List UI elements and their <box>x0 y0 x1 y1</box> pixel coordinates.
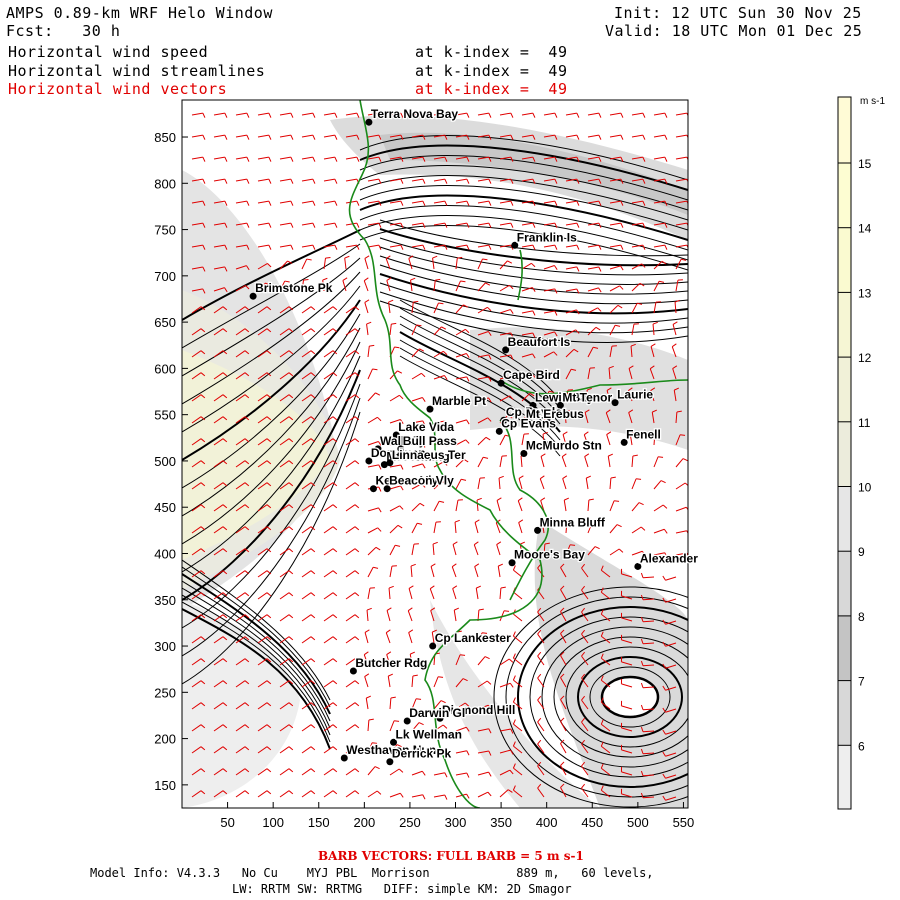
y-tick-label: 200 <box>154 732 176 747</box>
y-tick-label: 650 <box>154 315 176 330</box>
colorbar-label: 15 <box>858 157 872 171</box>
place-label: Brimstone Pk <box>255 281 333 295</box>
y-tick-label: 150 <box>154 778 176 793</box>
y-tick-label: 300 <box>154 639 176 654</box>
place-label: Lk Wellman <box>396 727 462 741</box>
place-label: Lake Vida <box>398 420 454 434</box>
wind-barb-flag <box>416 698 422 700</box>
place-label: Fenell <box>626 427 661 441</box>
vortex-centre <box>600 675 660 719</box>
colorbar-cell <box>838 486 851 552</box>
place-label: Linnaeus Ter <box>392 448 466 462</box>
x-tick-label: 250 <box>399 815 421 830</box>
colorbar-cell <box>838 551 851 616</box>
place-label: Moore's Bay <box>514 548 585 562</box>
wind-barb-flag <box>680 434 686 436</box>
y-tick-label: 700 <box>154 269 176 284</box>
colorbar-cell <box>838 745 851 809</box>
wind-barb-flag <box>658 456 664 458</box>
wind-barb-flag <box>570 544 576 546</box>
x-tick-label: 350 <box>490 815 512 830</box>
y-tick-label: 350 <box>154 593 176 608</box>
colorbar-label: 8 <box>858 610 865 624</box>
wind-barb-flag <box>391 322 397 325</box>
wind-barb-flag <box>438 676 444 678</box>
colorbar-cell <box>838 357 851 422</box>
colorbar-cell <box>838 680 851 746</box>
place-label: Alexander <box>640 551 698 565</box>
place-label: Cp Evans <box>501 416 556 430</box>
y-tick-label: 850 <box>154 130 176 145</box>
x-tick-label: 450 <box>581 815 603 830</box>
place-label: Derrick Pk <box>392 747 452 761</box>
wind-map: 50 100 150 200 250 300 350 400 450 500 550 850 800 7… <box>154 96 885 830</box>
y-tick-label: 800 <box>154 176 176 191</box>
place-label: Franklin Is <box>517 230 577 244</box>
x-tick-label: 400 <box>536 815 558 830</box>
x-tick-label: 150 <box>308 815 330 830</box>
x-tick-label: 300 <box>445 815 467 830</box>
wind-barb-flag <box>636 478 642 480</box>
colorbar-label: 11 <box>858 416 871 430</box>
wind-barb-flag <box>435 278 441 281</box>
y-tick-label: 600 <box>154 361 176 376</box>
colorbar-label: 12 <box>858 351 872 365</box>
place-label: Laurie <box>617 388 653 402</box>
x-tick-label: 200 <box>353 815 375 830</box>
wind-barb-flag <box>369 344 375 347</box>
colorbar-label: 13 <box>858 286 872 300</box>
y-tick-label: 750 <box>154 223 176 238</box>
place-label: Cape Bird <box>503 368 560 382</box>
y-tick-label: 400 <box>154 546 176 561</box>
y-tick-label: 250 <box>154 685 176 700</box>
colorbar-label: 9 <box>858 545 865 559</box>
place-label: McMurdo Stn <box>526 439 602 453</box>
colorbar-cell <box>838 97 851 163</box>
wind-barb-flag <box>460 654 466 656</box>
colorbar-cell <box>838 163 851 228</box>
colorbar-cell <box>838 421 851 487</box>
place-label: Beaufort Is <box>508 335 571 349</box>
x-tick-label: 100 <box>262 815 284 830</box>
wind-barb-flag <box>614 500 620 502</box>
y-tick-label: 500 <box>154 454 176 469</box>
place-label: Marble Pt <box>432 394 486 408</box>
colorbar-unit: m s-1 <box>860 96 885 107</box>
wind-barb-flag <box>303 278 309 281</box>
x-tick-label: 550 <box>673 815 695 830</box>
x-tick-label: 500 <box>627 815 649 830</box>
colorbar-label: 6 <box>858 739 865 753</box>
wind-barb-flag <box>457 256 463 259</box>
place-label: Mt Tenor <box>562 390 612 404</box>
place-label: Butcher Rdg <box>355 656 427 670</box>
y-tick-label: 550 <box>154 408 176 423</box>
y-tick-label: 450 <box>154 500 176 515</box>
wind-barb-flag <box>413 300 419 303</box>
wind-barb-flag <box>394 720 400 722</box>
model-info: Model Info: V4.3.3 No Cu MYJ PBL Morriso… <box>90 866 654 880</box>
place-label: Beacon Vly <box>389 474 454 488</box>
place-label: Darwin Gl <box>409 706 465 720</box>
place-label: Terra Nova Bay <box>371 107 458 121</box>
colorbar-cell <box>838 227 851 293</box>
physics-info: LW: RRTM SW: RRTMG DIFF: simple KM: 2D S… <box>232 882 572 896</box>
wind-barb-flag <box>504 610 510 612</box>
colorbar: 15 14 13 12 11 10 9 8 7 6 m s-1 <box>837 96 885 810</box>
colorbar-cell <box>838 292 851 358</box>
colorbar-label: 7 <box>858 675 865 689</box>
barb-vectors-note: BARB VECTORS: FULL BARB = 5 m s-1 <box>318 849 584 863</box>
place-label: Cp Lankester <box>435 631 511 645</box>
colorbar-label: 10 <box>858 481 872 495</box>
colorbar-label: 14 <box>858 222 872 236</box>
place-label: Minna Bluff <box>540 515 606 529</box>
colorbar-cell <box>838 615 851 681</box>
wind-barb-flag <box>325 256 331 259</box>
x-tick-label: 50 <box>220 815 234 830</box>
